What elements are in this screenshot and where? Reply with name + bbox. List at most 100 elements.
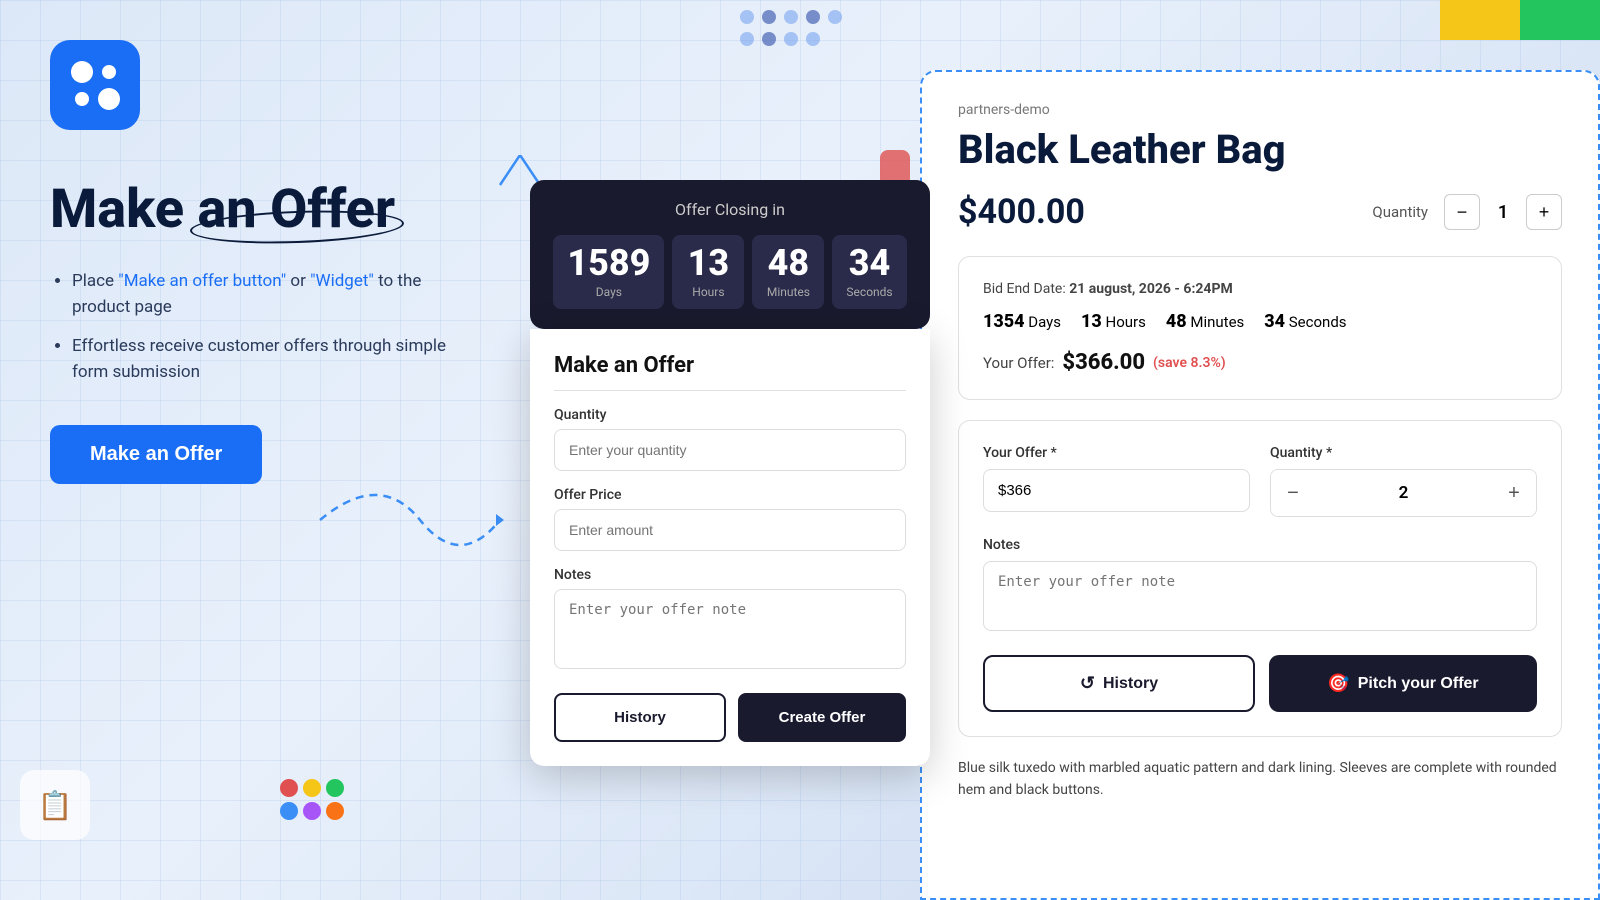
qty-increase-button[interactable]: + xyxy=(1526,194,1562,230)
logo-dot xyxy=(75,92,89,106)
bid-end-date: Bid End Date: 21 august, 2026 - 6:24PM xyxy=(983,281,1537,297)
color-dot-yellow xyxy=(303,779,321,797)
logo-dot xyxy=(98,88,120,110)
headline: Make an Offer xyxy=(50,180,480,239)
quantity-label: Quantity xyxy=(554,407,906,423)
right-history-button[interactable]: ↺ History xyxy=(983,655,1255,712)
logo-dot xyxy=(71,61,93,83)
bid-hours: 13 Hours xyxy=(1081,311,1146,332)
countdown-box: Offer Closing in 1589 Days 13 Hours 48 M… xyxy=(530,180,930,329)
qty-stepper: − 2 + xyxy=(1270,469,1537,517)
yellow-bar xyxy=(1440,0,1520,40)
qty-decrease-button[interactable]: − xyxy=(1444,194,1480,230)
price-group: Offer Price xyxy=(554,487,906,551)
color-dot-purple xyxy=(303,802,321,820)
your-offer-save: (save 8.3%) xyxy=(1153,355,1226,371)
bullet1-link1[interactable]: "Make an offer button" xyxy=(118,271,286,291)
qty-display: 1 xyxy=(1488,202,1518,223)
countdown-seconds: 34 Seconds xyxy=(832,235,906,309)
bullet-item-1: Place "Make an offer button" or "Widget"… xyxy=(72,269,480,320)
your-offer-field: Your Offer * xyxy=(983,445,1250,517)
notes-group: Notes xyxy=(554,567,906,673)
quantity2-label: Quantity * xyxy=(1270,445,1537,461)
dot xyxy=(740,10,754,24)
dot xyxy=(806,10,820,24)
offer-fields-row: Your Offer * Quantity * − 2 + xyxy=(983,445,1537,517)
notes-textarea[interactable] xyxy=(554,589,906,669)
price-row: $400.00 Quantity − 1 + xyxy=(958,192,1562,232)
product-description: Blue silk tuxedo with marbled aquatic pa… xyxy=(958,757,1562,802)
bid-countdown: 1354 Days 13 Hours 48 Minutes 34 Seconds xyxy=(983,311,1537,332)
logo xyxy=(50,40,140,130)
countdown-days-label: Days xyxy=(567,285,650,299)
product-price: $400.00 xyxy=(958,192,1085,232)
countdown-seconds-value: 34 xyxy=(846,245,892,281)
notes-textarea2[interactable] xyxy=(983,561,1537,631)
countdown-days: 1589 Days xyxy=(553,235,664,309)
color-dots-deco xyxy=(280,779,344,820)
bid-days: 1354 Days xyxy=(983,311,1061,332)
pitch-offer-label: Pitch your Offer xyxy=(1358,675,1479,693)
bid-end-value: 21 august, 2026 - 6:24PM xyxy=(1069,281,1233,297)
create-offer-button[interactable]: Create Offer xyxy=(738,693,906,742)
bullet1-mid: or xyxy=(286,271,310,291)
dot xyxy=(740,32,754,46)
logo-dot xyxy=(102,65,116,79)
price-label: Offer Price xyxy=(554,487,906,503)
form-title: Make an Offer xyxy=(554,353,906,391)
your-offer-input[interactable] xyxy=(983,469,1250,512)
right-actions: ↺ History 🎯 Pitch your Offer xyxy=(983,655,1537,712)
history-icon: ↺ xyxy=(1080,673,1095,694)
notes-label: Notes xyxy=(554,567,906,583)
qty2-increase-button[interactable]: + xyxy=(1492,470,1536,516)
bottom-left-deco: 📋 xyxy=(20,770,90,840)
quantity-control: Quantity − 1 + xyxy=(1372,194,1562,230)
dot xyxy=(762,10,776,24)
countdown-minutes-label: Minutes xyxy=(766,285,810,299)
price-input[interactable] xyxy=(554,509,906,551)
offer-form: Make an Offer Quantity Offer Price Notes… xyxy=(530,329,930,766)
your-offer-row: Your Offer: $366.00 (save 8.3%) xyxy=(983,350,1537,375)
countdown-hours-value: 13 xyxy=(686,245,730,281)
qty2-decrease-button[interactable]: − xyxy=(1271,470,1315,516)
headline-highlight: an Offer xyxy=(198,180,396,239)
quantity2-field: Quantity * − 2 + xyxy=(1270,445,1537,517)
dot xyxy=(806,32,820,46)
offer-modal: Offer Closing in 1589 Days 13 Hours 48 M… xyxy=(530,180,930,766)
feature-list: Place "Make an offer button" or "Widget"… xyxy=(50,269,480,385)
your-offer-price: $366.00 xyxy=(1062,350,1145,375)
make-offer-button[interactable]: Make an Offer xyxy=(50,425,262,484)
bullet1-link2[interactable]: "Widget" xyxy=(310,271,374,291)
dot xyxy=(828,10,842,24)
pitch-offer-button[interactable]: 🎯 Pitch your Offer xyxy=(1269,655,1537,712)
top-color-bar xyxy=(1440,0,1600,40)
qty2-value: 2 xyxy=(1315,483,1492,503)
dot xyxy=(762,32,776,46)
product-panel: partners-demo Black Leather Bag $400.00 … xyxy=(920,70,1600,900)
countdown-minutes: 48 Minutes xyxy=(752,235,824,309)
countdown-hours: 13 Hours xyxy=(672,235,744,309)
dot xyxy=(784,10,798,24)
product-name: Black Leather Bag xyxy=(958,128,1562,172)
history-button[interactable]: History xyxy=(554,693,726,742)
countdown-seconds-label: Seconds xyxy=(846,285,892,299)
bullet1-pre: Place xyxy=(72,271,118,291)
countdown-title: Offer Closing in xyxy=(546,200,914,219)
your-offer-field-label: Your Offer * xyxy=(983,445,1250,461)
bid-seconds: 34 Seconds xyxy=(1264,311,1346,332)
quantity-group: Quantity xyxy=(554,407,906,471)
bid-end-label: Bid End Date: xyxy=(983,281,1066,297)
countdown-cells: 1589 Days 13 Hours 48 Minutes 34 Seconds xyxy=(546,235,914,309)
color-dot-green xyxy=(326,779,344,797)
quantity-input[interactable] xyxy=(554,429,906,471)
color-dot-red xyxy=(280,779,298,797)
offer-entry-section: Your Offer * Quantity * − 2 + Notes xyxy=(958,420,1562,737)
notes-section: Notes xyxy=(983,537,1537,635)
your-offer-label: Your Offer: xyxy=(983,354,1054,372)
pitch-icon: 🎯 xyxy=(1327,673,1349,694)
countdown-days-value: 1589 xyxy=(567,245,650,281)
bullet-item-2: Effortless receive customer offers throu… xyxy=(72,334,480,385)
dot xyxy=(784,32,798,46)
notes-label2: Notes xyxy=(983,537,1537,553)
color-dot-blue xyxy=(280,802,298,820)
